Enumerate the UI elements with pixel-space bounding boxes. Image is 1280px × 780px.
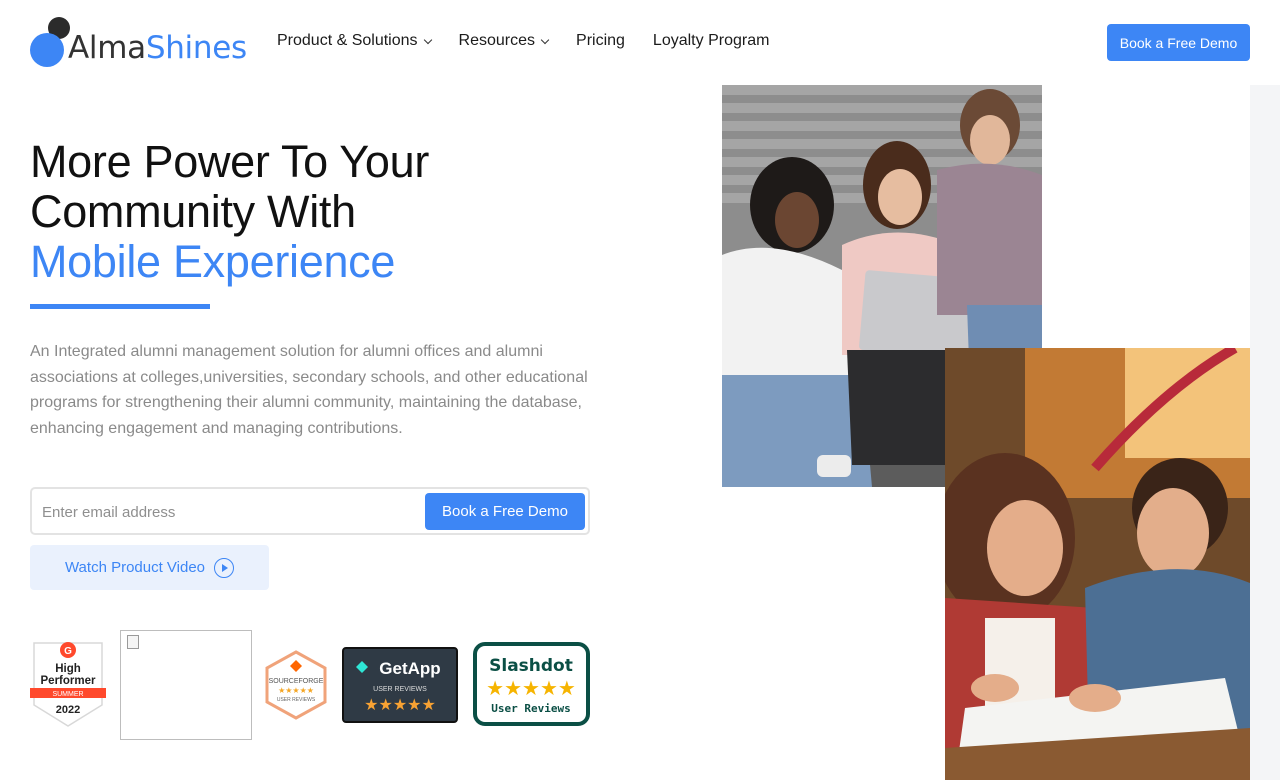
- sourceforge-sub: USER REVIEWS: [277, 697, 316, 703]
- slashdot-brand: Slashdot: [489, 656, 573, 676]
- slashdot-stars: ★★★★★: [486, 676, 576, 700]
- nav-item-pricing[interactable]: Pricing: [576, 30, 625, 52]
- nav-item-loyalty-program[interactable]: Loyalty Program: [653, 30, 770, 52]
- getapp-stars: ★★★★★: [364, 695, 436, 714]
- getapp-sub: USER REVIEWS: [373, 686, 427, 693]
- email-demo-form: Book a Free Demo: [30, 487, 590, 535]
- photo-background-strip: [1250, 85, 1280, 780]
- nav-item-resources[interactable]: Resources: [458, 30, 550, 52]
- site-header: AlmaShines Product & Solutions Resources…: [0, 0, 1280, 85]
- broken-image-placeholder: [120, 630, 252, 740]
- main-nav: Product & Solutions Resources Pricing Lo…: [277, 30, 797, 52]
- email-input[interactable]: [42, 500, 412, 524]
- nav-item-product-solutions[interactable]: Product & Solutions: [277, 30, 432, 52]
- hero-title: More Power To Your Community With Mobile…: [30, 137, 550, 287]
- g2-season: SUMMER: [52, 691, 83, 698]
- logo[interactable]: AlmaShines: [30, 16, 247, 68]
- sourceforge-badge: SOURCEFORGE ★★★★★ USER REVIEWS: [264, 650, 328, 720]
- broken-image-icon: [127, 635, 139, 649]
- nav-item-label: Product & Solutions: [277, 32, 418, 49]
- slashdot-sub: User Reviews: [491, 702, 570, 715]
- g2-high-performer-badge: G High Performer SUMMER 2022: [30, 641, 106, 728]
- watch-video-label: Watch Product Video: [64, 559, 206, 576]
- nav-item-label: Pricing: [576, 32, 625, 49]
- svg-text:G: G: [64, 646, 72, 657]
- hero-title-line1: More Power To Your: [30, 136, 430, 187]
- chevron-down-icon: [540, 35, 550, 44]
- hero-title-accent: Mobile Experience: [30, 236, 396, 287]
- g2-line1: High: [55, 663, 81, 675]
- students-studying-photo: [945, 348, 1250, 780]
- form-book-demo-button[interactable]: Book a Free Demo: [425, 493, 585, 530]
- sourceforge-stars: ★★★★★: [278, 686, 314, 695]
- getapp-badge: GetApp USER REVIEWS ★★★★★: [342, 647, 458, 723]
- getapp-brand: GetApp: [379, 659, 440, 678]
- logo-text-shines: Shines: [145, 30, 247, 66]
- watch-product-video-button[interactable]: Watch Product Video: [30, 545, 269, 590]
- logo-text: AlmaShines: [68, 28, 247, 68]
- chevron-down-icon: [423, 35, 432, 44]
- play-icon: [214, 557, 235, 578]
- slashdot-badge: Slashdot ★★★★★ User Reviews: [473, 642, 590, 726]
- sourceforge-brand: SOURCEFORGE: [269, 678, 324, 685]
- logo-dot-blue: [30, 33, 64, 67]
- title-underline: [30, 304, 210, 309]
- hero-description: An Integrated alumni management solution…: [30, 343, 588, 437]
- g2-year: 2022: [56, 704, 80, 716]
- nav-item-label: Resources: [458, 32, 536, 49]
- logo-text-alma: Alma: [68, 30, 146, 66]
- g2-line2: Performer: [41, 675, 96, 687]
- hero-title-line2: Community With: [30, 186, 356, 237]
- header-book-demo-button[interactable]: Book a Free Demo: [1107, 24, 1250, 61]
- nav-item-label: Loyalty Program: [652, 32, 770, 49]
